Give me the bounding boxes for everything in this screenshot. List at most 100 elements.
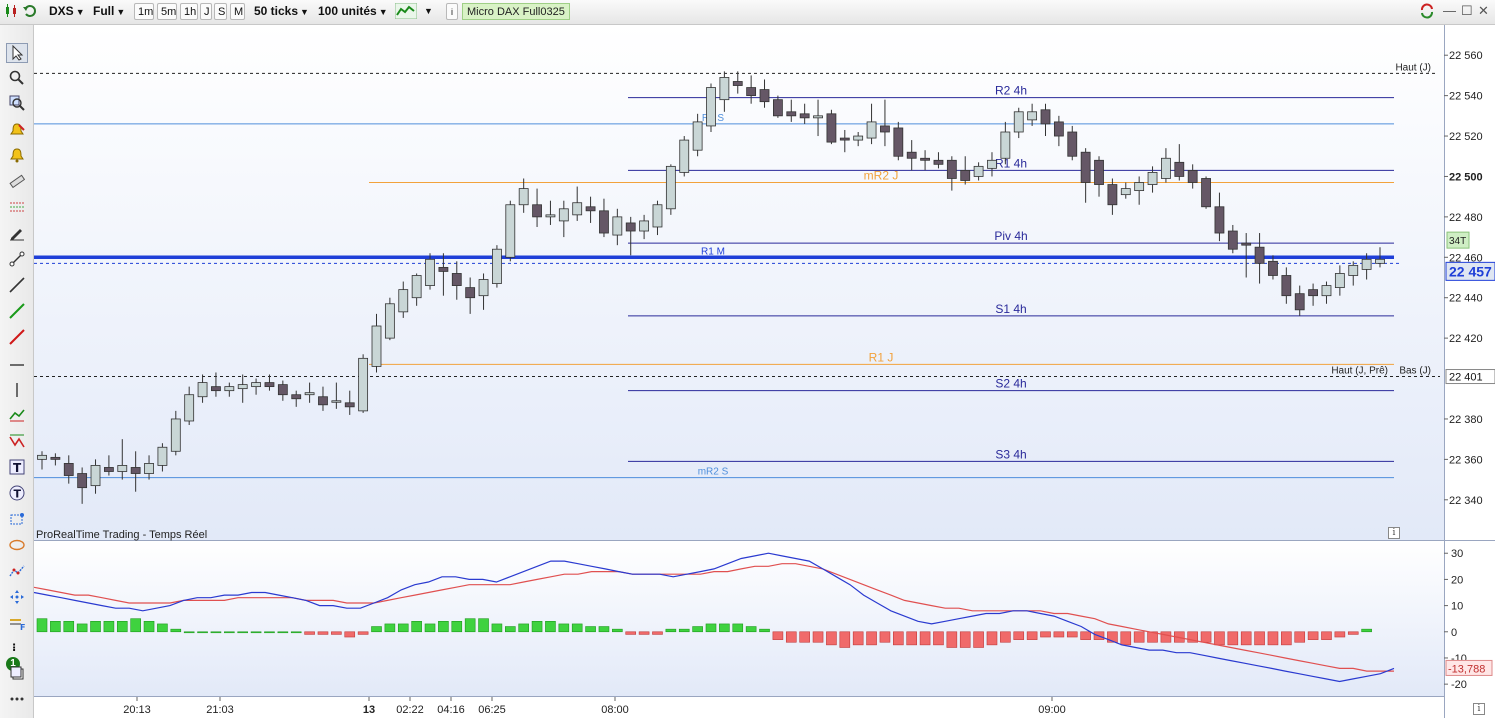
- candle[interactable]: [866, 121, 877, 139]
- candle[interactable]: [1147, 172, 1158, 185]
- candle[interactable]: [880, 125, 890, 133]
- candle[interactable]: [505, 204, 516, 258]
- chart-area[interactable]: Haut (J)R2 4hR2 SR1 4hmR2 JPiv 4hR1 MS1 …: [0, 0, 1495, 718]
- candle[interactable]: [291, 394, 302, 400]
- candle[interactable]: [451, 273, 462, 286]
- candle[interactable]: [1348, 264, 1359, 276]
- candle[interactable]: [237, 384, 248, 390]
- candle[interactable]: [398, 289, 409, 313]
- candle[interactable]: [545, 214, 556, 218]
- candle[interactable]: [1268, 260, 1278, 276]
- candle[interactable]: [157, 446, 168, 466]
- candle[interactable]: [1187, 169, 1198, 183]
- candle[interactable]: [1053, 121, 1064, 137]
- candle[interactable]: [706, 87, 716, 127]
- candle[interactable]: [63, 463, 74, 476]
- candle[interactable]: [425, 258, 435, 286]
- candle[interactable]: [1294, 293, 1305, 311]
- candle[interactable]: [599, 210, 609, 234]
- candle[interactable]: [1107, 184, 1118, 206]
- candle[interactable]: [1241, 242, 1252, 246]
- candle[interactable]: [987, 159, 997, 169]
- candle[interactable]: [264, 382, 275, 388]
- candle[interactable]: [1174, 161, 1185, 177]
- candle[interactable]: [692, 121, 703, 151]
- candle[interactable]: [853, 135, 864, 141]
- candle[interactable]: [37, 454, 47, 460]
- candle[interactable]: [358, 357, 369, 412]
- candle[interactable]: [532, 204, 542, 218]
- candle[interactable]: [639, 220, 649, 232]
- candle[interactable]: [572, 202, 583, 216]
- candle[interactable]: [679, 139, 690, 173]
- candle[interactable]: [117, 465, 128, 472]
- candle[interactable]: [1094, 159, 1104, 185]
- candle[interactable]: [170, 418, 181, 452]
- candle[interactable]: [1334, 273, 1345, 289]
- candle[interactable]: [50, 456, 61, 460]
- candle[interactable]: [933, 159, 944, 165]
- candle[interactable]: [558, 208, 569, 222]
- candle[interactable]: [1134, 182, 1145, 192]
- candle[interactable]: [1120, 188, 1131, 196]
- candle[interactable]: [318, 396, 328, 406]
- candle[interactable]: [652, 204, 663, 228]
- candle[interactable]: [1281, 275, 1292, 297]
- candle[interactable]: [893, 127, 904, 157]
- candle[interactable]: [184, 394, 195, 422]
- candle[interactable]: [77, 473, 88, 489]
- candle[interactable]: [438, 266, 449, 272]
- candle[interactable]: [1375, 258, 1385, 264]
- candle[interactable]: [492, 248, 502, 284]
- candle[interactable]: [612, 216, 623, 236]
- candle[interactable]: [1000, 131, 1011, 159]
- candle[interactable]: [344, 402, 355, 408]
- candle[interactable]: [224, 386, 235, 392]
- candle[interactable]: [960, 169, 971, 181]
- candle[interactable]: [1321, 285, 1332, 297]
- candle[interactable]: [371, 325, 382, 367]
- candle[interactable]: [1227, 230, 1238, 250]
- candle[interactable]: [839, 137, 850, 141]
- candle[interactable]: [1361, 258, 1372, 270]
- candle[interactable]: [719, 77, 730, 101]
- candle[interactable]: [625, 222, 636, 232]
- candle[interactable]: [773, 99, 783, 117]
- candle[interactable]: [732, 81, 743, 86]
- candle[interactable]: [384, 303, 395, 339]
- info-icon[interactable]: i: [1473, 703, 1485, 715]
- candle[interactable]: [411, 275, 422, 299]
- candle[interactable]: [759, 89, 770, 103]
- candle[interactable]: [1013, 111, 1024, 133]
- candle[interactable]: [144, 463, 154, 474]
- candle[interactable]: [799, 113, 810, 119]
- candle[interactable]: [331, 400, 342, 403]
- candle[interactable]: [1201, 178, 1211, 208]
- candle[interactable]: [1040, 109, 1051, 125]
- candle[interactable]: [746, 87, 757, 97]
- candle[interactable]: [826, 113, 837, 143]
- candle[interactable]: [786, 111, 797, 117]
- candle[interactable]: [813, 115, 823, 119]
- candle[interactable]: [585, 206, 596, 212]
- candle[interactable]: [104, 467, 114, 472]
- candle[interactable]: [973, 165, 984, 177]
- candle[interactable]: [665, 165, 676, 210]
- candle[interactable]: [304, 392, 315, 396]
- candle[interactable]: [1308, 289, 1318, 297]
- candle[interactable]: [478, 279, 489, 297]
- candle[interactable]: [1161, 157, 1171, 179]
- candle[interactable]: [130, 467, 141, 474]
- candle[interactable]: [251, 382, 261, 388]
- candle[interactable]: [1080, 151, 1091, 183]
- candle[interactable]: [920, 157, 930, 161]
- candle[interactable]: [277, 384, 288, 396]
- candle[interactable]: [1254, 246, 1265, 264]
- candle[interactable]: [906, 151, 917, 159]
- candle[interactable]: [1214, 206, 1225, 234]
- candle[interactable]: [946, 159, 957, 179]
- candle[interactable]: [1067, 131, 1078, 157]
- candle[interactable]: [465, 287, 476, 299]
- candle[interactable]: [1027, 111, 1038, 121]
- candle[interactable]: [197, 382, 208, 398]
